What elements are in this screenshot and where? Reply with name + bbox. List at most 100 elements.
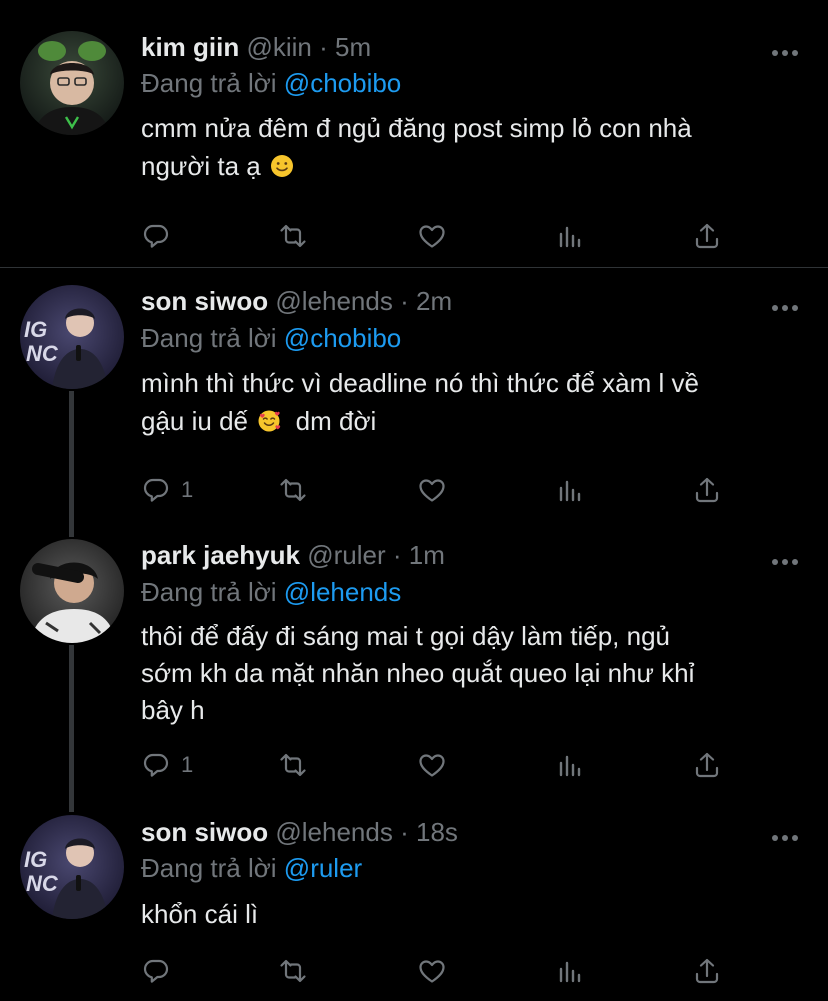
like-button[interactable] [416, 748, 448, 782]
tweet-actions: 1 [141, 748, 741, 782]
share-button[interactable] [691, 748, 723, 782]
share-icon [695, 958, 719, 984]
analytics-icon [559, 226, 581, 248]
reply-count: 1 [181, 752, 194, 777]
separator: · [400, 817, 409, 847]
more-options-icon[interactable] [772, 299, 798, 311]
tweet-text: cmm nửa đêm đ ngủ đăng post simp lỏ con … [141, 109, 791, 185]
tweet-header: son siwoo @lehends · 18s [141, 816, 458, 848]
display-name[interactable]: son siwoo [141, 286, 268, 316]
share-icon [695, 223, 719, 249]
timestamp[interactable]: 1m [409, 540, 445, 570]
svg-text:NC: NC [26, 341, 59, 366]
tweet-text-segment: dm đời [295, 406, 377, 436]
reply-button[interactable] [141, 954, 173, 988]
tweet-header: son siwoo @lehends · 2m [141, 285, 452, 317]
like-button[interactable] [416, 954, 448, 988]
retweet-icon [280, 224, 306, 248]
like-button[interactable] [416, 473, 448, 507]
username[interactable]: @kiin [246, 32, 311, 62]
replying-prefix: Đang trả lời [141, 577, 277, 607]
analytics-button[interactable] [554, 473, 586, 507]
tweet[interactable]: kim giin @kiin · 5m Đang trả lời @chobib… [0, 0, 828, 268]
share-icon [695, 752, 719, 778]
display-name[interactable]: son siwoo [141, 817, 268, 847]
analytics-icon [559, 755, 581, 777]
share-button[interactable] [691, 473, 723, 507]
svg-text:IG: IG [24, 847, 47, 872]
like-icon [419, 754, 445, 777]
analytics-button[interactable] [554, 748, 586, 782]
retweet-button[interactable] [277, 473, 309, 507]
separator: · [400, 286, 409, 316]
display-name[interactable]: kim giin [141, 32, 239, 62]
tweet-header: kim giin @kiin · 5m [141, 31, 371, 63]
username[interactable]: @lehends [275, 286, 392, 316]
like-icon [419, 960, 445, 983]
replying-prefix: Đang trả lời [141, 68, 277, 98]
tweet-text: mình thì thức vì deadline nó thì thức để… [141, 364, 791, 440]
tweet-text-line: khổn cái lì [141, 899, 259, 929]
separator: · [392, 540, 402, 570]
reply-button[interactable]: 1 [141, 473, 193, 507]
more-options-icon[interactable] [772, 44, 798, 56]
more-options-icon[interactable] [772, 553, 798, 565]
timestamp[interactable]: 2m [416, 286, 452, 316]
tweet[interactable]: IG NC son siwoo @lehends · 2m Đang trả l… [0, 268, 828, 520]
tweet-text-line: bây h [141, 695, 205, 725]
more-options-icon[interactable] [772, 829, 798, 841]
tweet-text-line: người ta ạ [141, 147, 791, 185]
svg-text:NC: NC [26, 871, 59, 896]
share-button[interactable] [691, 954, 723, 988]
username[interactable]: @lehends [275, 817, 392, 847]
analytics-icon [559, 480, 581, 502]
tweet[interactable]: park jaehyuk @ruler · 1m Đang trả lời @l… [0, 521, 828, 797]
replying-to: Đang trả lời @chobibo [141, 67, 401, 99]
retweet-button[interactable] [277, 748, 309, 782]
mention-link[interactable]: @chobibo [284, 68, 401, 98]
avatar[interactable] [20, 31, 124, 135]
reply-icon [143, 753, 169, 777]
like-button[interactable] [416, 219, 448, 253]
reply-count: 1 [181, 477, 194, 502]
tweet-text-line: sớm kh da mặt nhăn nheo quắt queo lại nh… [141, 658, 695, 688]
username[interactable]: @ruler [307, 540, 385, 570]
tweet-actions: 1 [141, 473, 741, 507]
avatar[interactable]: IG NC [20, 815, 124, 919]
mention-link[interactable]: @ruler [284, 853, 362, 883]
reply-icon [143, 224, 169, 248]
tweet-actions [141, 954, 741, 988]
tweet[interactable]: IG NC son siwoo @lehends · 18s Đang trả … [0, 797, 828, 1001]
avatar[interactable]: IG NC [20, 285, 124, 389]
analytics-button[interactable] [554, 219, 586, 253]
tweet-header: park jaehyuk @ruler · 1m [141, 539, 445, 571]
like-icon [419, 225, 445, 248]
share-button[interactable] [691, 219, 723, 253]
tweet-text-line: mình thì thức vì deadline nó thì thức để… [141, 368, 699, 398]
tweet-text-segment: người ta ạ [141, 151, 261, 181]
display-name[interactable]: park jaehyuk [141, 540, 300, 570]
retweet-button[interactable] [277, 219, 309, 253]
reply-button[interactable]: 1 [141, 748, 193, 782]
replying-prefix: Đang trả lời [141, 323, 277, 353]
tweet-text-line: thôi để đấy đi sáng mai t gọi dậy làm ti… [141, 621, 670, 651]
mention-link[interactable]: @lehends [284, 577, 401, 607]
tweet-text: thôi để đấy đi sáng mai t gọi dậy làm ti… [141, 618, 791, 729]
tweet-text: khổn cái lì [141, 895, 791, 933]
retweet-icon [280, 753, 306, 777]
reply-icon [143, 478, 169, 502]
analytics-icon [559, 961, 581, 983]
analytics-button[interactable] [554, 954, 586, 988]
mention-link[interactable]: @chobibo [284, 323, 401, 353]
tweet-actions [141, 219, 741, 253]
avatar[interactable] [20, 539, 124, 643]
replying-to: Đang trả lời @ruler [141, 852, 362, 884]
timestamp[interactable]: 18s [416, 817, 458, 847]
tweet-text-segment: gậu iu dế [141, 406, 248, 436]
svg-text:IG: IG [24, 317, 47, 342]
retweet-button[interactable] [277, 954, 309, 988]
reply-button[interactable] [141, 219, 173, 253]
like-icon [419, 479, 445, 502]
timestamp[interactable]: 5m [335, 32, 371, 62]
retweet-icon [280, 959, 306, 983]
